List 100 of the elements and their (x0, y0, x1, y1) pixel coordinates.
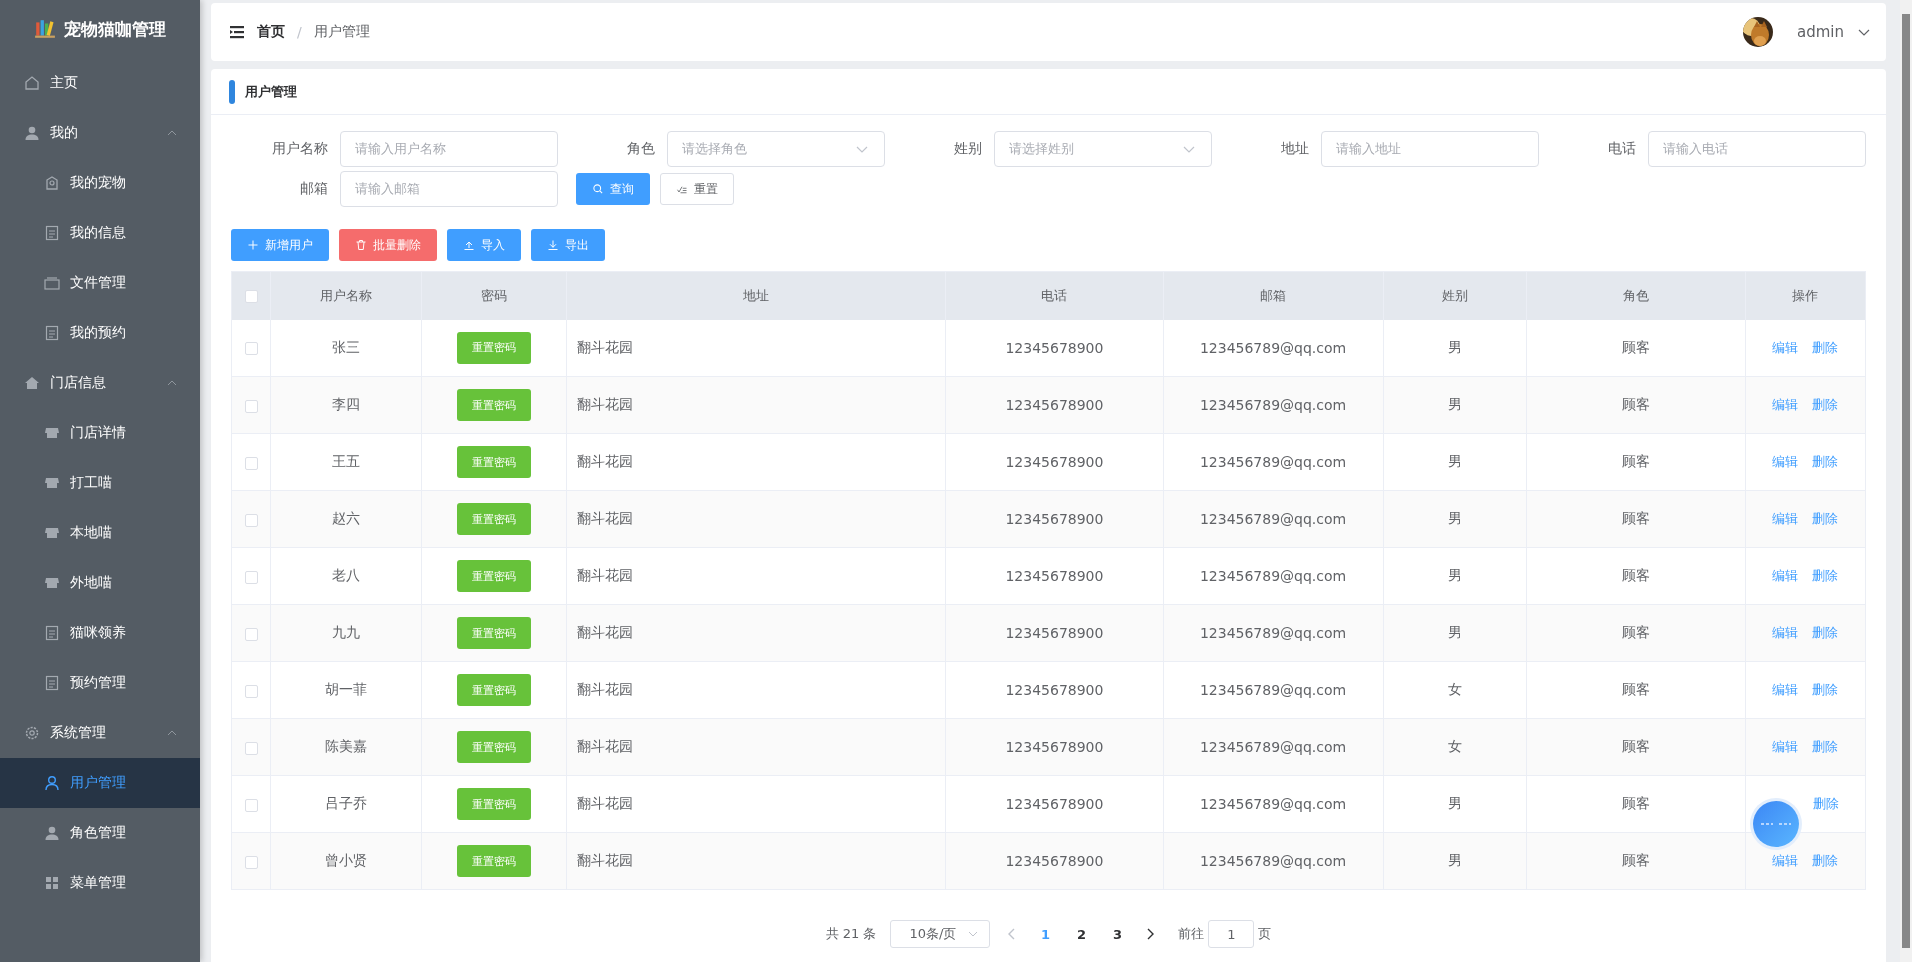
home-icon (24, 75, 40, 91)
checkbox[interactable] (244, 342, 258, 356)
breadcrumb-separator: / (297, 24, 302, 40)
delete-link[interactable]: 删除 (1812, 567, 1839, 585)
menu-item[interactable]: 本地喵 (0, 508, 200, 558)
menu-item[interactable]: 猫咪领养 (0, 608, 200, 658)
table-cell: 翻斗花园 (566, 547, 946, 605)
menu-item[interactable]: 门店详情 (0, 408, 200, 458)
checkbox[interactable] (244, 798, 258, 812)
export-button[interactable]: 导出 (531, 229, 605, 261)
select-field[interactable]: 请选择姓别 (994, 131, 1212, 167)
checkbox[interactable] (244, 513, 258, 527)
table-cell: 男 (1383, 832, 1527, 890)
table-cell: 翻斗花园 (566, 490, 946, 548)
edit-link[interactable]: 编辑 (1772, 510, 1799, 528)
menu-item[interactable]: 文件管理 (0, 258, 200, 308)
total-count: 共 21 条 (825, 925, 877, 943)
settings-icon (24, 725, 40, 741)
edit-link[interactable]: 编辑 (1772, 681, 1799, 699)
field-label: 地址 (1281, 140, 1309, 158)
checkbox[interactable] (244, 456, 258, 470)
floating-button[interactable] (1753, 801, 1800, 847)
menu-item[interactable]: 主页 (0, 58, 200, 108)
table-cell: 翻斗花园 (566, 376, 946, 434)
reset-password-button[interactable]: 重置密码 (457, 731, 532, 763)
reset-password-button[interactable]: 重置密码 (457, 788, 532, 820)
delete-link[interactable]: 删除 (1812, 852, 1839, 870)
delete-link[interactable]: 删除 (1812, 453, 1839, 471)
delete-link[interactable]: 删除 (1812, 624, 1839, 642)
menu-item[interactable]: 我的宠物 (0, 158, 200, 208)
menu-item[interactable]: 门店信息 (0, 358, 200, 408)
input-field[interactable]: 请输入用户名称 (340, 131, 558, 167)
input-field[interactable]: 请输入电话 (1648, 131, 1866, 167)
checkbox[interactable] (244, 684, 258, 698)
reset-password-button[interactable]: 重置密码 (457, 674, 532, 706)
checkbox[interactable] (244, 290, 258, 304)
select-field[interactable]: 请选择角色 (667, 131, 885, 167)
reset-password-button[interactable]: 重置密码 (457, 503, 532, 535)
checkbox[interactable] (244, 855, 258, 869)
table-cell: 123456789@qq.com (1163, 547, 1384, 605)
add-button[interactable]: 新增用户 (231, 229, 329, 261)
breadcrumb-item[interactable]: 首页 (257, 23, 285, 41)
reset-password-button[interactable]: 重置密码 (457, 560, 532, 592)
reset-button[interactable]: 重置 (660, 173, 734, 205)
input-field[interactable]: 请输入邮箱 (340, 171, 558, 207)
edit-link[interactable]: 编辑 (1772, 624, 1799, 642)
delete-link[interactable]: 删除 (1812, 396, 1839, 414)
table-cell: 男 (1383, 547, 1527, 605)
menu-item[interactable]: 外地喵 (0, 558, 200, 608)
table-cell: 顾客 (1526, 490, 1746, 548)
menu-item[interactable]: 用户管理 (0, 758, 200, 808)
page-number[interactable]: 3 (1106, 926, 1129, 942)
import-button[interactable]: 导入 (447, 229, 521, 261)
table-cell: 123456789@qq.com (1163, 718, 1384, 776)
menu-item[interactable]: 我的 (0, 108, 200, 158)
delete-link[interactable]: 删除 (1813, 795, 1840, 813)
table-cell: 翻斗花园 (566, 661, 946, 719)
table-cell: 顾客 (1526, 832, 1746, 890)
edit-link[interactable]: 编辑 (1772, 338, 1799, 357)
menu-item[interactable]: 菜单管理 (0, 858, 200, 908)
delete-link[interactable]: 删除 (1812, 738, 1839, 756)
reset-password-button[interactable]: 重置密码 (457, 331, 532, 364)
reset-password-button[interactable]: 重置密码 (457, 389, 532, 421)
search-button[interactable]: 查询 (576, 173, 650, 205)
menu-item[interactable]: 我的信息 (0, 208, 200, 258)
delete-link[interactable]: 删除 (1812, 681, 1839, 699)
edit-link[interactable]: 编辑 (1772, 567, 1799, 585)
page-size-select[interactable]: 10条/页 (890, 920, 991, 948)
menu-item[interactable]: 打工喵 (0, 458, 200, 508)
delete-button[interactable]: 批量删除 (339, 229, 437, 261)
tray-icon (44, 275, 60, 291)
edit-link[interactable]: 编辑 (1772, 738, 1799, 756)
input-field[interactable]: 请输入地址 (1321, 131, 1539, 167)
edit-link[interactable]: 编辑 (1772, 396, 1799, 414)
column-header: 角色 (1526, 271, 1746, 320)
reset-password-button[interactable]: 重置密码 (457, 446, 532, 478)
delete-link[interactable]: 删除 (1812, 510, 1839, 528)
reset-password-button[interactable]: 重置密码 (457, 845, 532, 877)
user-name[interactable]: admin (1797, 23, 1844, 41)
table-cell: 顾客 (1526, 775, 1746, 833)
menu-item[interactable]: 系统管理 (0, 708, 200, 758)
document-icon (44, 325, 60, 341)
table-cell: 男 (1383, 319, 1527, 377)
page-number[interactable]: 2 (1070, 926, 1093, 942)
edit-link[interactable]: 编辑 (1772, 453, 1799, 471)
delete-link[interactable]: 删除 (1812, 338, 1839, 357)
page-number[interactable]: 1 (1034, 926, 1057, 942)
table-cell: 顾客 (1526, 319, 1746, 377)
menu-item[interactable]: 角色管理 (0, 808, 200, 858)
menu-item[interactable]: 预约管理 (0, 658, 200, 708)
menu-item[interactable]: 我的预约 (0, 308, 200, 358)
edit-link[interactable]: 编辑 (1772, 852, 1799, 870)
checkbox[interactable] (244, 399, 258, 413)
page-input[interactable]: 1 (1208, 920, 1255, 948)
checkbox[interactable] (244, 570, 258, 584)
checkbox[interactable] (244, 627, 258, 641)
table-cell: 男 (1383, 433, 1527, 491)
checkbox[interactable] (244, 741, 258, 755)
field-label: 用户名称 (272, 140, 328, 158)
reset-password-button[interactable]: 重置密码 (457, 617, 532, 649)
